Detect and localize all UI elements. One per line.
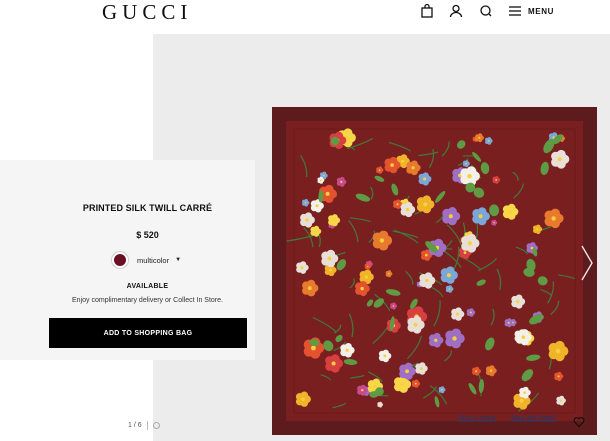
- heart-icon[interactable]: [573, 416, 585, 428]
- find-in-store-link[interactable]: Find in store: [457, 415, 496, 422]
- product-title: PRINTED SILK TWILL CARRÉ: [82, 203, 213, 213]
- add-to-bag-button[interactable]: ADD TO SHOPPING BAG: [49, 318, 247, 348]
- carousel-dot[interactable]: [152, 422, 160, 429]
- user-icon[interactable]: [448, 3, 464, 19]
- may-we-help-link[interactable]: May We Help?: [511, 415, 557, 422]
- next-image-arrow[interactable]: [580, 244, 594, 282]
- search-icon[interactable]: [478, 3, 494, 19]
- product-price: $ 520: [136, 230, 159, 240]
- color-selector[interactable]: multicolor ▼: [112, 252, 181, 268]
- menu-label: MENU: [528, 6, 554, 16]
- delivery-message: Enjoy complimentary delivery or Collect …: [72, 297, 223, 304]
- chevron-down-icon[interactable]: ▼: [175, 257, 181, 263]
- color-swatch[interactable]: [112, 252, 128, 268]
- scarf-image: [272, 107, 597, 435]
- counter-divider: [146, 421, 148, 430]
- shopping-bag-icon[interactable]: [419, 3, 435, 19]
- product-info-panel: PRINTED SILK TWILL CARRÉ $ 520 multicolo…: [0, 160, 255, 360]
- image-counter-text: 1 / 6: [128, 422, 142, 429]
- gucci-logo[interactable]: GUCCI: [102, 1, 192, 23]
- color-name: multicolor: [137, 255, 170, 265]
- menu-button[interactable]: MENU: [508, 3, 554, 19]
- availability-status: AVAILABLE: [126, 283, 169, 290]
- site-header: GUCCI MENU: [0, 0, 610, 34]
- hamburger-icon: [509, 6, 521, 16]
- image-counter: 1 / 6: [128, 421, 160, 430]
